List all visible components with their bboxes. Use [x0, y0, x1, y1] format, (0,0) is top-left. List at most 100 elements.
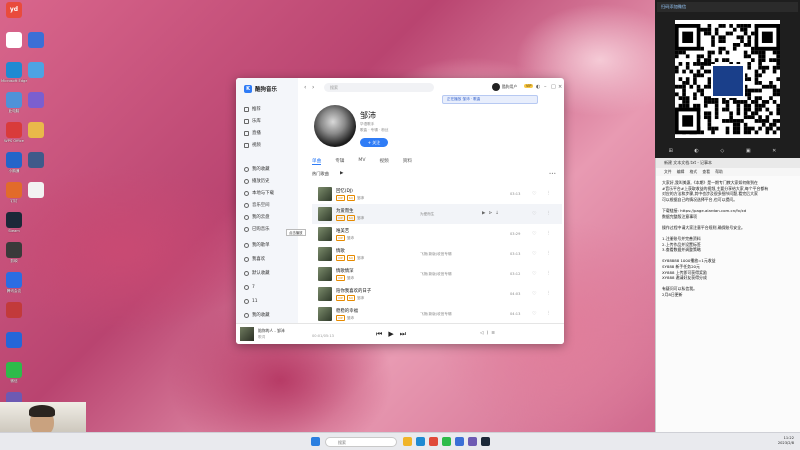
more-icon[interactable]: ⋮: [546, 251, 551, 256]
app-icon[interactable]: [429, 437, 438, 446]
wechat-icon[interactable]: [442, 437, 451, 446]
song-title[interactable]: 唯美苦: [336, 228, 349, 234]
sidebar-item[interactable]: 我的歌单: [244, 240, 296, 250]
sidebar-item[interactable]: 乐库: [244, 116, 296, 126]
system-clock[interactable]: 11:22 2023/2/8: [778, 436, 794, 446]
user-name[interactable]: 酷狗用户: [502, 84, 517, 90]
player-extra-controls[interactable]: ◁)≡: [480, 331, 498, 336]
song-cover[interactable]: [318, 227, 332, 241]
song-album[interactable]: 飞扬(新版)收官专辑: [420, 312, 452, 317]
sidebar-item[interactable]: 推荐: [244, 104, 296, 114]
qr-window-toolbar[interactable]: ⊞ ◐ ◇ ▣ ✕: [655, 144, 800, 158]
song-cover[interactable]: [318, 307, 332, 321]
play-all-icon[interactable]: ▶: [340, 171, 343, 176]
row-actions[interactable]: ▶⊳↓: [482, 211, 502, 216]
desktop-icon[interactable]: [23, 62, 49, 79]
desktop-icon[interactable]: [23, 182, 49, 199]
sidebar-item[interactable]: 7: [244, 282, 296, 292]
desktop-icon[interactable]: [23, 122, 49, 139]
search-input[interactable]: 搜索: [324, 83, 434, 92]
sidebar-item[interactable]: 音乐空间: [244, 200, 296, 210]
skin-icon[interactable]: ◐: [536, 84, 540, 90]
song-title[interactable]: 回忆(DJ): [336, 188, 353, 194]
forward-arrow-icon[interactable]: ›: [312, 84, 314, 91]
more-icon[interactable]: ⋮: [546, 191, 551, 196]
song-artist[interactable]: 邹沛: [347, 236, 354, 240]
heart-icon[interactable]: ♡: [532, 291, 536, 297]
desktop-icon[interactable]: [1, 302, 27, 319]
sidebar-item[interactable]: 视频: [244, 140, 296, 150]
sidebar-item[interactable]: 直播: [244, 128, 296, 138]
song-cover[interactable]: [318, 207, 332, 221]
volume-icon[interactable]: ◁): [480, 331, 491, 336]
sidebar-item[interactable]: 播放历史: [244, 176, 296, 186]
app-icon[interactable]: [481, 437, 490, 446]
tab-3[interactable]: 视频: [380, 158, 389, 165]
heart-icon[interactable]: ♡: [532, 231, 536, 237]
minimize-icon[interactable]: –: [544, 84, 547, 90]
player-controls[interactable]: ⏮▶⏭: [376, 330, 412, 339]
prev-icon[interactable]: ⏮: [376, 330, 388, 338]
player-title[interactable]: 陪你的人 - 邹沛: [258, 328, 285, 334]
more-icon[interactable]: •••: [549, 171, 556, 176]
play-icon[interactable]: ▶: [388, 330, 399, 338]
song-artist[interactable]: 邹沛: [357, 216, 364, 220]
tab-2[interactable]: MV: [358, 158, 365, 165]
kugou-music-window[interactable]: K 酷狗音乐 推荐 乐库 直播 视频 我的收藏 播放历史 本地与下载 音乐空间 我的云盘 已购音乐…: [236, 78, 564, 344]
tab-1[interactable]: 专辑: [335, 158, 344, 165]
tab-0[interactable]: 单曲: [312, 158, 322, 165]
table-row[interactable]: 唯美苦 VIP 邹沛 03:29 ♡ ⋮: [312, 224, 562, 244]
file-explorer-icon[interactable]: [403, 437, 412, 446]
song-cover[interactable]: [318, 267, 332, 281]
table-row[interactable]: 回忆(DJ) VIP SQ 邹沛 03:13 ♡ ⋮: [312, 184, 562, 204]
song-artist[interactable]: 邹沛: [357, 296, 364, 300]
desktop-icon[interactable]: yd: [1, 2, 27, 19]
qr-window[interactable]: 扫码添加微信 ⊞ ◐ ◇ ▣ ✕: [655, 0, 800, 158]
table-row[interactable]: 稳稳的幸福 VIP 邹沛 飞扬(新版)收官专辑 04:13 ♡ ⋮: [312, 304, 562, 324]
kugou-taskbar-icon[interactable]: [455, 437, 464, 446]
desktop-icon[interactable]: [23, 32, 49, 49]
playlist-icon[interactable]: ≡: [491, 331, 498, 336]
heart-icon[interactable]: ♡: [532, 191, 536, 197]
sidebar-item[interactable]: 本地与下载: [244, 188, 296, 198]
song-album[interactable]: 飞扬(新版)收官专辑: [420, 272, 452, 277]
table-row[interactable]: 情歌情深 VIP 邹沛 飞扬(新版)收官专辑 03:12 ♡ ⋮: [312, 264, 562, 284]
taskbar-search[interactable]: 搜索: [325, 437, 397, 447]
back-arrow-icon[interactable]: ‹: [304, 84, 306, 91]
table-row[interactable]: 为爱而生 VIP SQ 邹沛 为爱而生 ▶⊳↓ ♡ ⋮: [312, 204, 562, 224]
song-artist[interactable]: 邹沛: [347, 276, 354, 280]
song-cover[interactable]: [318, 187, 332, 201]
app-icon[interactable]: [468, 437, 477, 446]
table-row[interactable]: 情歌 VIP SQ 邹沛 飞扬(新版)收官专辑 03:13 ♡ ⋮: [312, 244, 562, 264]
song-title[interactable]: 稳稳的幸福: [336, 308, 358, 314]
heart-icon[interactable]: ♡: [532, 271, 536, 277]
table-row[interactable]: 陪你我喜欢的日子 VIP SQ 邹沛 04:03 ♡ ⋮: [312, 284, 562, 304]
song-album[interactable]: 飞扬(新版)收官专辑: [420, 252, 452, 257]
more-icon[interactable]: ⋮: [546, 311, 551, 316]
maximize-icon[interactable]: □: [551, 84, 556, 90]
notepad-menu[interactable]: 文件 编辑 格式 查看 帮助: [656, 168, 800, 176]
next-icon[interactable]: ⏭: [400, 330, 412, 338]
desktop-icon[interactable]: 腾讯会议: [1, 272, 27, 293]
song-cover[interactable]: [318, 287, 332, 301]
user-avatar[interactable]: [492, 83, 500, 91]
vip-badge[interactable]: VIP: [524, 84, 534, 88]
desktop-icon[interactable]: [23, 92, 49, 109]
sidebar-item[interactable]: 11: [244, 296, 296, 306]
desktop-icon[interactable]: [23, 152, 49, 169]
sidebar-item[interactable]: 默认收藏: [244, 268, 296, 278]
sidebar-item[interactable]: 我的收藏: [244, 164, 296, 174]
song-title[interactable]: 为爱而生: [336, 208, 354, 214]
more-icon[interactable]: ⋮: [546, 211, 551, 216]
follow-button[interactable]: + 关注: [360, 138, 388, 147]
song-album[interactable]: 为爱而生: [420, 212, 434, 217]
desktop-icon[interactable]: 微信: [1, 362, 27, 383]
heart-icon[interactable]: ♡: [532, 251, 536, 257]
heart-icon[interactable]: ♡: [532, 311, 536, 317]
song-title[interactable]: 陪你我喜欢的日子: [336, 288, 371, 294]
more-icon[interactable]: ⋮: [546, 291, 551, 296]
player-cover[interactable]: [240, 327, 254, 341]
now-playing-popup[interactable]: 正在播放 邹沛 · 歌曲: [442, 95, 538, 104]
sidebar-item[interactable]: 我的云盘: [244, 212, 296, 222]
song-artist[interactable]: 邹沛: [357, 256, 364, 260]
